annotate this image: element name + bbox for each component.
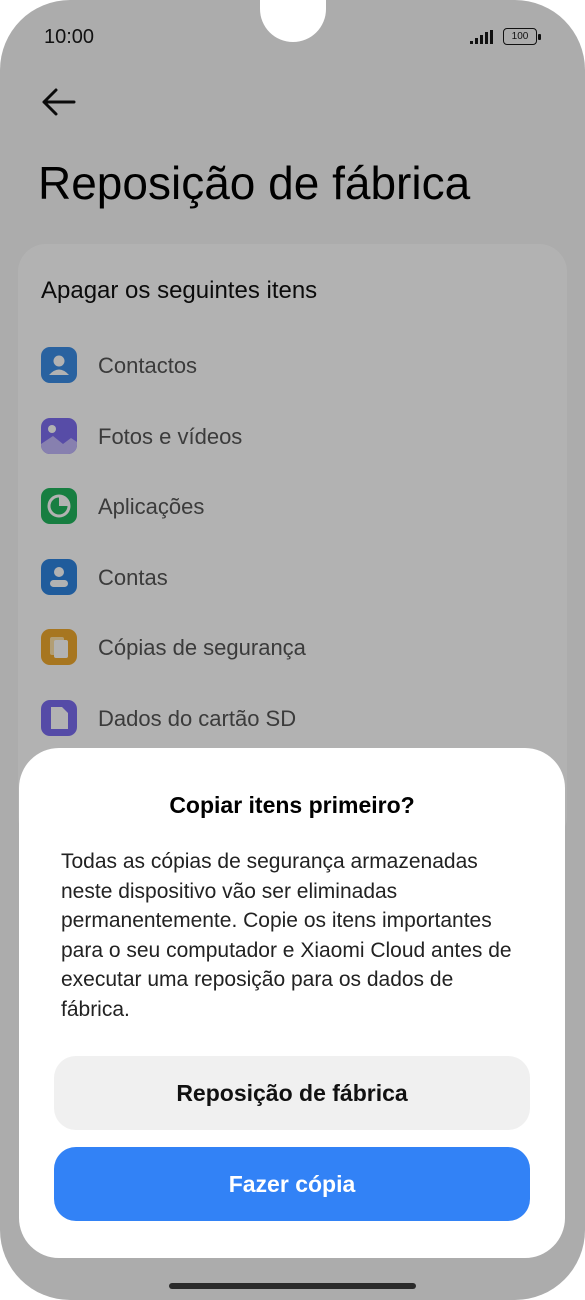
dialog-message: Todas as cópias de segurança armazenadas… — [61, 850, 512, 1021]
battery-tip — [538, 34, 541, 40]
signal-icon — [470, 30, 493, 44]
confirm-dialog: Copiar itens primeiro? Todas as cópias d… — [19, 748, 565, 1258]
status-time: 10:00 — [44, 26, 95, 48]
status-bar: 10:00 100 — [0, 22, 585, 54]
dialog-title: Copiar itens primeiro? — [169, 792, 415, 818]
make-backup-button[interactable]: Fazer cópia — [54, 1147, 530, 1221]
battery-icon: 100 — [503, 28, 537, 45]
home-indicator[interactable] — [169, 1283, 416, 1289]
factory-reset-button[interactable]: Reposição de fábrica — [54, 1056, 530, 1130]
phone-screen: 10:00 100 Reposição de fábrica Apagar os… — [0, 0, 585, 1300]
